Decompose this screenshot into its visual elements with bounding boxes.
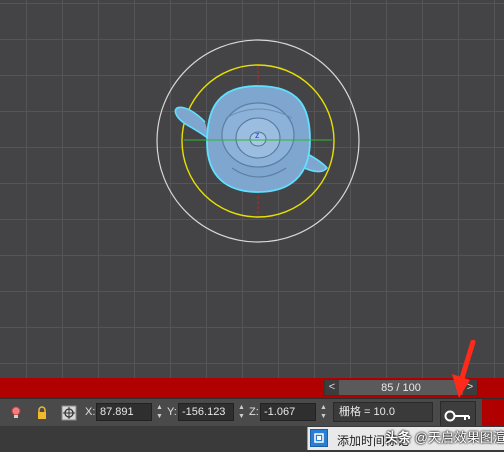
timeline-bar[interactable]: < 85 / 100 > <box>0 378 504 398</box>
x-coord-field[interactable]: 87.891 <box>96 403 152 421</box>
axis-z-label: z <box>255 130 260 140</box>
x-coord-spinner[interactable]: ▲ ▼ <box>155 403 164 421</box>
set-key-button[interactable] <box>440 401 476 427</box>
lock-icon[interactable] <box>33 404 51 422</box>
teapot-object[interactable] <box>174 85 329 193</box>
watermark-brand: 头条 <box>385 430 412 445</box>
viewport-scene: z <box>156 39 360 243</box>
red-arrow-annotation <box>452 340 476 398</box>
lightbulb-icon[interactable] <box>7 404 25 422</box>
key-icon <box>444 410 470 422</box>
time-tag-icon[interactable] <box>310 429 328 447</box>
transform-mode-icon[interactable] <box>60 404 78 422</box>
watermark-handle: @天启效果图渲 <box>414 430 504 445</box>
y-coord-label: Y: <box>167 406 177 418</box>
watermark: 头条 @天启效果图渲 <box>385 427 504 446</box>
z-coord-label: Z: <box>249 406 259 418</box>
perspective-viewport[interactable]: z <box>0 0 504 378</box>
status-bar: X: 87.891 ▲ ▼ Y: -156.123 ▲ ▼ Z: -1.067 ▲ ▼… <box>0 398 504 427</box>
time-slider-prev-button[interactable]: < <box>325 380 339 395</box>
y-coord-spinner[interactable]: ▲ ▼ <box>237 403 246 421</box>
z-coord-field[interactable]: -1.067 <box>260 403 316 421</box>
z-coord-spinner[interactable]: ▲ ▼ <box>319 403 328 421</box>
auto-key-indicator[interactable] <box>482 399 504 427</box>
grid-spacing-readout: 栅格 = 10.0 <box>333 402 433 422</box>
y-coord-field[interactable]: -156.123 <box>178 403 234 421</box>
x-coord-label: X: <box>85 406 96 418</box>
teapot-handle <box>174 106 211 141</box>
